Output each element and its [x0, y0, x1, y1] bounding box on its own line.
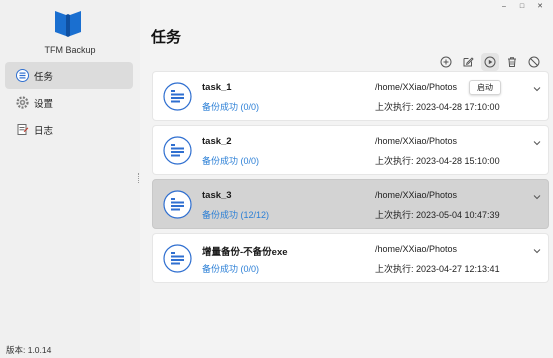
- chevron-down-icon[interactable]: [532, 84, 542, 94]
- delete-icon: [508, 57, 516, 67]
- task-path: /home/XXiao/Photos: [375, 136, 458, 146]
- task-status: 备份成功 (0/0): [202, 264, 260, 274]
- task-card[interactable]: 增量备份-不备份exe 备份成功 (0/0) /home/XXiao/Photo…: [152, 233, 549, 283]
- sidebar-item-label: 日志: [34, 125, 54, 137]
- app-name: TFM Backup: [44, 45, 96, 55]
- sidebar-item-tasks[interactable]: 任务: [5, 62, 133, 89]
- task-card[interactable]: task_1 备份成功 (0/0) /home/XXiao/Photos 上次执…: [152, 71, 549, 121]
- chevron-down-icon[interactable]: [532, 192, 542, 202]
- task-list-icon: [163, 190, 192, 219]
- sidebar-item-label: 设置: [34, 98, 54, 110]
- edit-task-button[interactable]: [459, 53, 477, 71]
- task-name: task_1: [202, 82, 232, 93]
- gear-icon: [15, 96, 29, 110]
- task-name: task_2: [202, 136, 232, 147]
- task-list-icon: [163, 136, 192, 165]
- sidebar-item-label: 任务: [34, 71, 54, 83]
- start-tooltip: 启动: [469, 80, 501, 95]
- page-title: 任务: [151, 29, 182, 46]
- task-list-icon: [163, 244, 192, 273]
- task-path: /home/XXiao/Photos: [375, 190, 458, 200]
- task-status: 备份成功 (12/12): [202, 210, 270, 220]
- disable-icon: [528, 56, 540, 68]
- task-last-run: 上次执行: 2023-04-28 15:10:00: [375, 156, 500, 166]
- task-last-run: 上次执行: 2023-05-04 10:47:39: [375, 210, 500, 220]
- task-list-icon: [163, 82, 192, 111]
- disable-task-button[interactable]: [525, 53, 543, 71]
- main-panel: – □ ✕ 任务 task_1 备份成功 (0/0) /home/XXiao/P…: [140, 0, 553, 358]
- task-name: 增量备份-不备份exe: [202, 247, 288, 258]
- task-name: task_3: [202, 190, 232, 201]
- sidebar-item-settings[interactable]: 设置: [5, 89, 133, 116]
- start-task-button[interactable]: [481, 53, 499, 71]
- play-icon: [484, 56, 496, 68]
- maximize-button[interactable]: □: [513, 0, 531, 12]
- edit-icon: [463, 57, 474, 67]
- version-label: 版本: 1.0.14: [6, 345, 52, 355]
- task-card-selected[interactable]: task_3 备份成功 (12/12) /home/XXiao/Photos 上…: [152, 179, 549, 229]
- task-status: 备份成功 (0/0): [202, 102, 260, 112]
- minimize-button[interactable]: –: [495, 0, 513, 12]
- delete-task-button[interactable]: [503, 53, 521, 71]
- task-path: /home/XXiao/Photos: [375, 244, 458, 254]
- sidebar: TFM Backup 任务 设置 日志 版本: 1.0.14: [0, 0, 140, 358]
- add-icon: [440, 56, 452, 68]
- chevron-down-icon[interactable]: [532, 246, 542, 256]
- window-controls: – □ ✕: [495, 0, 549, 12]
- tasks-icon: [15, 69, 29, 83]
- chevron-down-icon[interactable]: [532, 138, 542, 148]
- close-button[interactable]: ✕: [531, 0, 549, 12]
- log-icon: [15, 123, 29, 137]
- add-task-button[interactable]: [437, 53, 455, 71]
- task-status: 备份成功 (0/0): [202, 156, 260, 166]
- task-path: /home/XXiao/Photos: [375, 82, 458, 92]
- task-card[interactable]: task_2 备份成功 (0/0) /home/XXiao/Photos 上次执…: [152, 125, 549, 175]
- sidebar-item-log[interactable]: 日志: [5, 116, 133, 143]
- task-last-run: 上次执行: 2023-04-27 12:13:41: [375, 264, 500, 274]
- app-logo-icon: [55, 11, 81, 37]
- toolbar: [437, 53, 543, 71]
- task-last-run: 上次执行: 2023-04-28 17:10:00: [375, 102, 500, 112]
